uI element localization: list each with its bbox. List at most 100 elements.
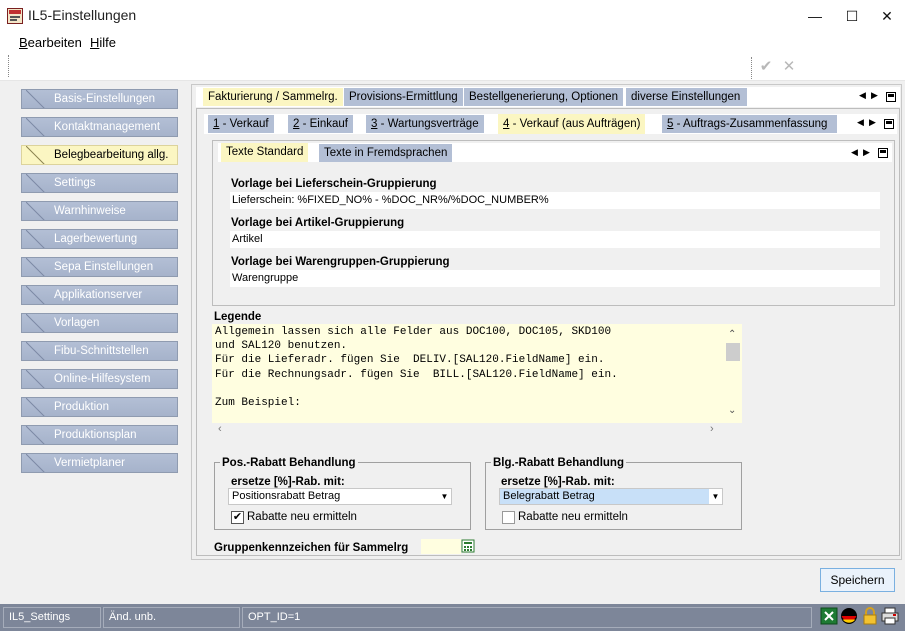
tab-provisions-ermittlung[interactable]: Provisions-Ermittlung [344,88,463,106]
sidebar-item-produktion[interactable]: Produktion [21,397,178,417]
sidebar-item-label: Produktion [54,401,109,413]
menu-bar: Bearbeiten Hilfe ✔ ✕ [0,31,905,81]
warengruppe-label: Vorlage bei Warengruppen-Gruppierung [231,256,450,268]
pos-rabatt-selected: Positionsrabatt Betrag [232,490,341,502]
maximize-button[interactable]: ☐ [835,4,869,28]
tab-einkauf-label: - Einkauf [299,118,348,130]
sidebar-item-settings[interactable]: Settings [21,173,178,193]
scroll-right-icon[interactable]: › [710,423,714,435]
menu-bearbeiten[interactable]: Bearbeiten [19,35,82,50]
calculator-icon[interactable] [461,539,475,553]
texttab-scroll-left-icon[interactable]: ◀ [851,147,858,158]
title-bar: IL5-Einstellungen — ☐ ✕ [0,0,905,31]
blg-rabatt-select[interactable]: Belegrabatt Betrag [499,488,723,505]
status-change-state: Änd. unb. [103,607,240,628]
sidebar-item-label: Fibu-Schnittstellen [54,345,149,357]
tab-wartungsvertraege[interactable]: 3 - Wartungsverträge [366,115,484,133]
sidebar-item-produktionsplan[interactable]: Produktionsplan [21,425,178,445]
sidebar-item-warnhinweise[interactable]: Warnhinweise [21,201,178,221]
sidebar-item-vermietplaner[interactable]: Vermietplaner [21,453,178,473]
save-button[interactable]: Speichern [820,568,895,592]
tab-verkauf-auftraege[interactable]: 4 - Verkauf (aus Aufträgen) [498,114,646,134]
tab-scroll-right-icon[interactable]: ▶ [871,90,878,101]
status-module: IL5_Settings [3,607,101,628]
sidebar-item-label: Kontaktmanagement [54,121,161,133]
pos-rabatt-checkbox[interactable]: ✔ [231,511,244,524]
minimize-button[interactable]: — [798,4,832,28]
menu-hilfe[interactable]: Hilfe [90,35,116,50]
tab-auftrags-zusammenfassung[interactable]: 5 - Auftrags-Zusammenfassung [662,115,837,133]
sidebar-item-label: Warnhinweise [54,205,126,217]
sidebar-item-label: Belegbearbeitung allg. [54,149,169,161]
legend-horizontal-scrollbar[interactable]: ‹ › [212,423,742,437]
texttab-scroll-right-icon[interactable]: ▶ [863,147,870,158]
legend-vertical-scrollbar[interactable]: ⌃ ⌄ [723,325,741,421]
legend-title: Legende [214,311,262,323]
sidebar-item-vorlagen[interactable]: Vorlagen [21,313,178,333]
blg-rabatt-dropdown-icon[interactable]: ▼ [709,489,722,504]
artikel-input[interactable]: Artikel [230,231,880,248]
warengruppe-input[interactable]: Warengruppe [230,270,880,287]
cancel-icon[interactable]: ✕ [781,59,797,75]
tab-fakturierung[interactable]: Fakturierung / Sammelrg. [203,88,343,106]
tab-texte-fremdsprachen[interactable]: Texte in Fremdsprachen [319,144,453,162]
sidebar-item-lagerbewertung[interactable]: Lagerbewertung [21,229,178,249]
sidebar-item-kontaktmanagement[interactable]: Kontaktmanagement [21,117,178,137]
sidebar-item-sepa-einstellungen[interactable]: Sepa Einstellungen [21,257,178,277]
subtab-scroll-left-icon[interactable]: ◀ [857,117,864,128]
lock-icon[interactable] [861,607,879,625]
sidebar-item-basis-einstellungen[interactable]: Basis-Einstellungen [21,89,178,109]
scroll-up-icon[interactable]: ⌃ [728,329,736,340]
texttab-list-icon[interactable] [878,148,888,158]
tab-list-icon[interactable] [886,92,896,102]
subtab-list-icon[interactable] [884,119,894,129]
subtab-scroll-right-icon[interactable]: ▶ [869,117,876,128]
tab-einkauf[interactable]: 2 - Einkauf [288,115,353,133]
toolbar-separator [751,57,752,79]
window-title: IL5-Einstellungen [28,7,137,23]
sidebar-item-label: Applikationserver [54,289,143,301]
sidebar-item-label: Basis-Einstellungen [54,93,156,105]
artikel-label: Vorlage bei Artikel-Gruppierung [231,217,405,229]
menu-hilfe-accel: H [90,35,100,50]
pos-rabatt-title: Pos.-Rabatt Behandlung [220,457,358,469]
menu-bearbeiten-label: earbeiten [27,35,82,50]
sidebar-item-applikationserver[interactable]: Applikationserver [21,285,178,305]
pos-rabatt-label: ersetze [%]-Rab. mit: [231,476,345,488]
scroll-thumb[interactable] [726,343,740,361]
blg-rabatt-selected: Belegrabatt Betrag [503,490,595,502]
printer-icon[interactable] [881,607,899,625]
lieferschein-label: Vorlage bei Lieferschein-Gruppierung [231,178,437,190]
scroll-left-icon[interactable]: ‹ [218,423,222,435]
gruppenkennzeichen-input[interactable] [421,539,461,554]
tab-verkauf-auftraege-label: - Verkauf (aus Aufträgen) [509,118,641,130]
close-button[interactable]: ✕ [870,4,904,28]
tab-scroll-left-icon[interactable]: ◀ [859,90,866,101]
menu-hilfe-label: ilfe [99,35,117,50]
blg-rabatt-title: Blg.-Rabatt Behandlung [491,457,626,469]
sidebar-item-fibu-schnittstellen[interactable]: Fibu-Schnittstellen [21,341,178,361]
tab-texte-standard[interactable]: Texte Standard [221,143,309,162]
sidebar-item-label: Online-Hilfesystem [54,373,151,385]
scroll-down-icon[interactable]: ⌄ [728,405,736,416]
german-flag-icon[interactable] [840,607,858,625]
sidebar-item-online-hilfesystem[interactable]: Online-Hilfesystem [21,369,178,389]
sidebar-item-belegbearbeitung[interactable]: Belegbearbeitung allg. [21,145,178,165]
blg-rabatt-checkbox[interactable] [502,511,515,524]
pos-rabatt-dropdown-icon[interactable]: ▼ [438,489,451,504]
checkmark-icon[interactable]: ✔ [758,59,774,75]
sidebar-item-label: Vermietplaner [54,457,125,469]
tab-wartungsvertraege-label: - Wartungsverträge [377,118,479,130]
tab-auftrags-zusammenfassung-label: - Auftrags-Zusammenfassung [673,118,828,130]
tab-bestellgenerierung[interactable]: Bestellgenerierung, Optionen [464,88,623,106]
gruppenkennzeichen-label: Gruppenkennzeichen für Sammelrg [214,542,409,554]
sidebar-item-label: Produktionsplan [54,429,137,441]
app-icon [7,8,23,24]
pos-rabatt-select[interactable]: Positionsrabatt Betrag [228,488,452,505]
sidebar-item-label: Sepa Einstellungen [54,261,154,273]
tab-verkauf[interactable]: 1 - Verkauf [208,115,274,133]
tab-diverse-einstellungen[interactable]: diverse Einstellungen [626,88,747,106]
pos-rabatt-checkbox-label: Rabatte neu ermitteln [247,511,357,523]
excel-icon[interactable] [820,607,838,625]
lieferschein-input[interactable]: Lieferschein: %FIXED_NO% - %DOC_NR%/%DOC… [230,192,880,209]
